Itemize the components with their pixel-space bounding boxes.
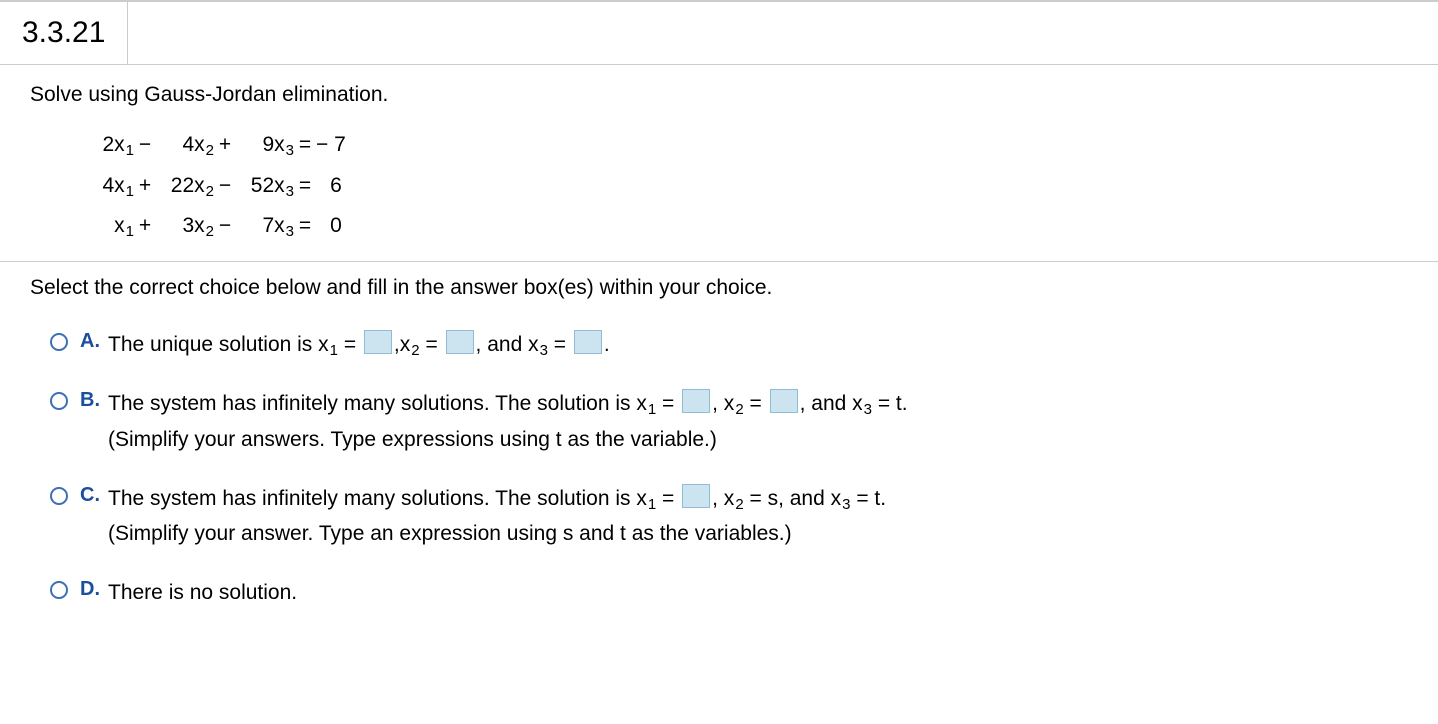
radio-d[interactable] [50, 581, 68, 599]
letter-a: A. [80, 330, 108, 353]
equation-system: 2x1 − 4x2 + 9x3 = − 7 4x1 + 22x2 − 52x3 … [76, 125, 1408, 247]
choice-d: D. There is no solution. [50, 576, 1408, 611]
radio-c[interactable] [50, 487, 68, 505]
equation-row-2: 4x1 + 22x2 − 52x3 = 6 [76, 166, 1408, 207]
choice-b: B. The system has infinitely many soluti… [50, 387, 1408, 457]
answer-box[interactable] [574, 330, 602, 354]
letter-b: B. [80, 389, 108, 412]
choice-c-text: The system has infinitely many solutions… [108, 482, 886, 552]
choice-b-text: The system has infinitely many solutions… [108, 387, 908, 457]
answer-box[interactable] [682, 484, 710, 508]
choice-a-text: The unique solution is x1 = ,x2 = , and … [108, 328, 610, 364]
answer-box[interactable] [446, 330, 474, 354]
choice-d-text: There is no solution. [108, 576, 297, 611]
equation-row-1: 2x1 − 4x2 + 9x3 = − 7 [76, 125, 1408, 166]
answer-box[interactable] [682, 389, 710, 413]
choice-a: A. The unique solution is x1 = ,x2 = , a… [50, 328, 1408, 364]
question-prompt: Solve using Gauss-Jordan elimination. [30, 83, 1408, 107]
letter-d: D. [80, 578, 108, 601]
answer-box[interactable] [364, 330, 392, 354]
instruction-text: Select the correct choice below and fill… [30, 276, 1408, 300]
answer-box[interactable] [770, 389, 798, 413]
letter-c: C. [80, 484, 108, 507]
choice-c: C. The system has infinitely many soluti… [50, 482, 1408, 552]
radio-b[interactable] [50, 392, 68, 410]
equation-row-3: x1 + 3x2 − 7x3 = 0 [76, 206, 1408, 247]
radio-a[interactable] [50, 333, 68, 351]
question-number: 3.3.21 [0, 2, 128, 64]
